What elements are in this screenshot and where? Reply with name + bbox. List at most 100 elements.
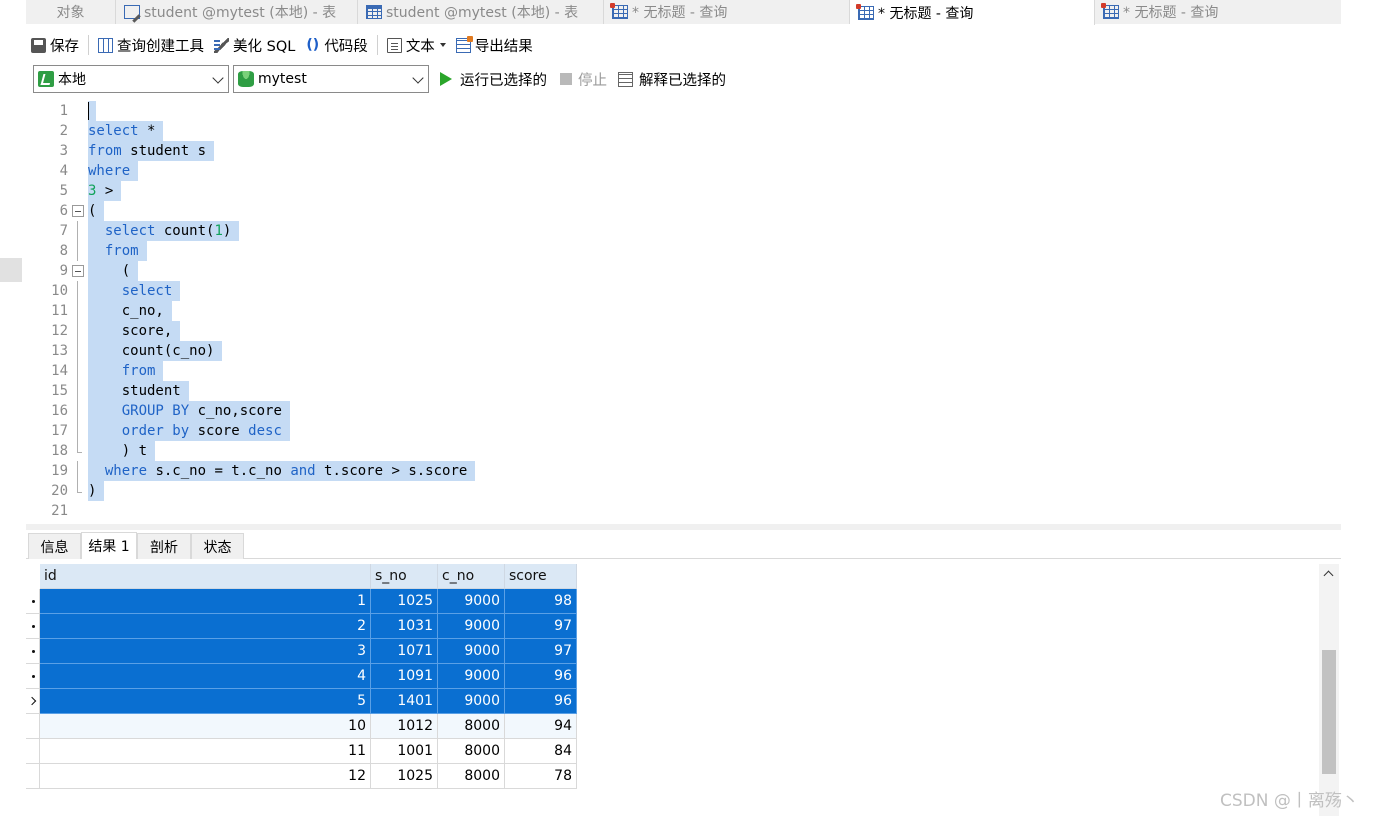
tab-student-table-design[interactable]: student @mytest (本地) - 表 bbox=[116, 0, 358, 24]
column-header-score[interactable]: score bbox=[505, 564, 577, 589]
tab-untitled-query-1[interactable]: * 无标题 - 查询 bbox=[604, 0, 850, 24]
cell-s_no[interactable]: 1001 bbox=[371, 739, 438, 764]
sql-keyword: GROUP BY bbox=[121, 403, 190, 419]
row-indicator[interactable] bbox=[26, 689, 40, 714]
fold-collapse-icon[interactable] bbox=[72, 265, 84, 277]
code-line[interactable]: 8 from bbox=[26, 241, 1341, 261]
panel-collapse-handle[interactable] bbox=[0, 258, 22, 282]
export-results-button[interactable]: 导出结果 bbox=[451, 32, 538, 58]
code-line[interactable]: 15 student bbox=[26, 381, 1341, 401]
cell-score[interactable]: 96 bbox=[505, 664, 577, 689]
cell-score[interactable]: 98 bbox=[505, 589, 577, 614]
sql-keyword: from bbox=[121, 363, 156, 379]
cell-score[interactable]: 96 bbox=[505, 689, 577, 714]
column-header-c_no[interactable]: c_no bbox=[438, 564, 505, 589]
scrollbar-thumb[interactable] bbox=[1322, 650, 1336, 774]
row-indicator[interactable] bbox=[26, 614, 40, 639]
cell-score[interactable]: 84 bbox=[505, 739, 577, 764]
cell-c_no[interactable]: 9000 bbox=[438, 664, 505, 689]
tab-untitled-query-active[interactable]: * 无标题 - 查询 bbox=[850, 0, 1095, 25]
code-line[interactable]: 16 GROUP BY c_no,score bbox=[26, 401, 1341, 421]
code-line[interactable]: 10 select bbox=[26, 281, 1341, 301]
chevron-up-icon[interactable] bbox=[1323, 570, 1334, 581]
code-line[interactable]: 20) bbox=[26, 481, 1341, 501]
row-indicator[interactable] bbox=[26, 639, 40, 664]
cell-id[interactable]: 1 bbox=[40, 589, 371, 614]
cell-id[interactable]: 12 bbox=[40, 764, 371, 789]
cell-id[interactable]: 4 bbox=[40, 664, 371, 689]
cell-c_no[interactable]: 9000 bbox=[438, 614, 505, 639]
cell-score[interactable]: 78 bbox=[505, 764, 577, 789]
save-label: 保存 bbox=[50, 38, 79, 55]
line-number: 5 bbox=[59, 183, 68, 199]
row-indicator[interactable] bbox=[26, 739, 40, 764]
text-dropdown-button[interactable]: 文本 bbox=[382, 32, 451, 58]
cell-s_no[interactable]: 1031 bbox=[371, 614, 438, 639]
sql-text: c_no, bbox=[88, 303, 164, 319]
run-selected-button[interactable]: 运行已选择的 bbox=[440, 65, 547, 93]
database-select[interactable]: mytest bbox=[233, 65, 429, 93]
save-button[interactable]: 保存 bbox=[26, 32, 84, 58]
result-vertical-scrollbar[interactable] bbox=[1319, 564, 1339, 816]
tab-objects[interactable]: 对象 bbox=[26, 0, 116, 24]
tab-result-1[interactable]: 结果 1 bbox=[81, 532, 137, 559]
code-line[interactable]: 2 select * bbox=[26, 121, 1341, 141]
cell-c_no[interactable]: 8000 bbox=[438, 714, 505, 739]
code-line[interactable]: 13 count(c_no) bbox=[26, 341, 1341, 361]
sql-editor[interactable]: 1 2 select * 3 from student s 4 where 5 3 >6(7 s… bbox=[26, 100, 1341, 524]
row-indicator[interactable] bbox=[26, 664, 40, 689]
cell-s_no[interactable]: 1012 bbox=[371, 714, 438, 739]
code-line[interactable]: 14 from bbox=[26, 361, 1341, 381]
query-builder-button[interactable]: 查询创建工具 bbox=[93, 32, 209, 58]
cell-s_no[interactable]: 1025 bbox=[371, 589, 438, 614]
tab-untitled-query-3[interactable]: * 无标题 - 查询 bbox=[1095, 0, 1341, 24]
code-line[interactable]: 7 select count(1) bbox=[26, 221, 1341, 241]
code-line[interactable]: 21 bbox=[26, 501, 1341, 521]
stop-button[interactable]: 停止 bbox=[560, 65, 607, 93]
cell-s_no[interactable]: 1401 bbox=[371, 689, 438, 714]
column-header-id[interactable]: id bbox=[40, 564, 371, 589]
cell-id[interactable]: 3 bbox=[40, 639, 371, 664]
row-indicator[interactable] bbox=[26, 714, 40, 739]
code-line[interactable]: 17 order by score desc bbox=[26, 421, 1341, 441]
code-snippet-button[interactable]: () 代码段 bbox=[300, 32, 373, 58]
tab-info[interactable]: 信息 bbox=[28, 533, 81, 559]
code-line[interactable]: 4 where bbox=[26, 161, 1341, 181]
code-line[interactable]: 12 score, bbox=[26, 321, 1341, 341]
cell-c_no[interactable]: 9000 bbox=[438, 589, 505, 614]
code-line[interactable]: 5 3 > bbox=[26, 181, 1341, 201]
column-header-s_no[interactable]: s_no bbox=[371, 564, 438, 589]
code-line[interactable]: 18 ) t bbox=[26, 441, 1341, 461]
code-line[interactable]: 19 where s.c_no = t.c_no and t.score > s… bbox=[26, 461, 1341, 481]
cell-score[interactable]: 97 bbox=[505, 614, 577, 639]
code-line[interactable]: 1 bbox=[26, 101, 1341, 121]
cell-c_no[interactable]: 9000 bbox=[438, 639, 505, 664]
result-grid[interactable]: id s_no c_no score 1 1025 9000 98 2 1031 9000 97 3 10… bbox=[26, 564, 1341, 816]
cell-c_no[interactable]: 9000 bbox=[438, 689, 505, 714]
cell-id[interactable]: 11 bbox=[40, 739, 371, 764]
beautify-sql-button[interactable]: 美化 SQL bbox=[209, 32, 300, 58]
cell-s_no[interactable]: 1025 bbox=[371, 764, 438, 789]
code-line[interactable]: 6( bbox=[26, 201, 1341, 221]
fold-collapse-icon[interactable] bbox=[72, 205, 84, 217]
connection-select[interactable]: 本地 bbox=[33, 65, 229, 93]
cell-c_no[interactable]: 8000 bbox=[438, 739, 505, 764]
cell-score[interactable]: 97 bbox=[505, 639, 577, 664]
code-text bbox=[88, 101, 96, 121]
row-indicator[interactable] bbox=[26, 589, 40, 614]
code-line[interactable]: 11 c_no, bbox=[26, 301, 1341, 321]
cell-s_no[interactable]: 1091 bbox=[371, 664, 438, 689]
explain-selected-button[interactable]: 解释已选择的 bbox=[618, 65, 726, 93]
cell-id[interactable]: 2 bbox=[40, 614, 371, 639]
code-line[interactable]: 9 ( bbox=[26, 261, 1341, 281]
row-indicator[interactable] bbox=[26, 764, 40, 789]
cell-id[interactable]: 5 bbox=[40, 689, 371, 714]
code-line[interactable]: 3 from student s bbox=[26, 141, 1341, 161]
tab-profile[interactable]: 剖析 bbox=[137, 533, 191, 559]
cell-score[interactable]: 94 bbox=[505, 714, 577, 739]
cell-id[interactable]: 10 bbox=[40, 714, 371, 739]
tab-student-table[interactable]: student @mytest (本地) - 表 bbox=[358, 0, 604, 24]
cell-s_no[interactable]: 1071 bbox=[371, 639, 438, 664]
cell-c_no[interactable]: 8000 bbox=[438, 764, 505, 789]
tab-status[interactable]: 状态 bbox=[191, 533, 244, 559]
